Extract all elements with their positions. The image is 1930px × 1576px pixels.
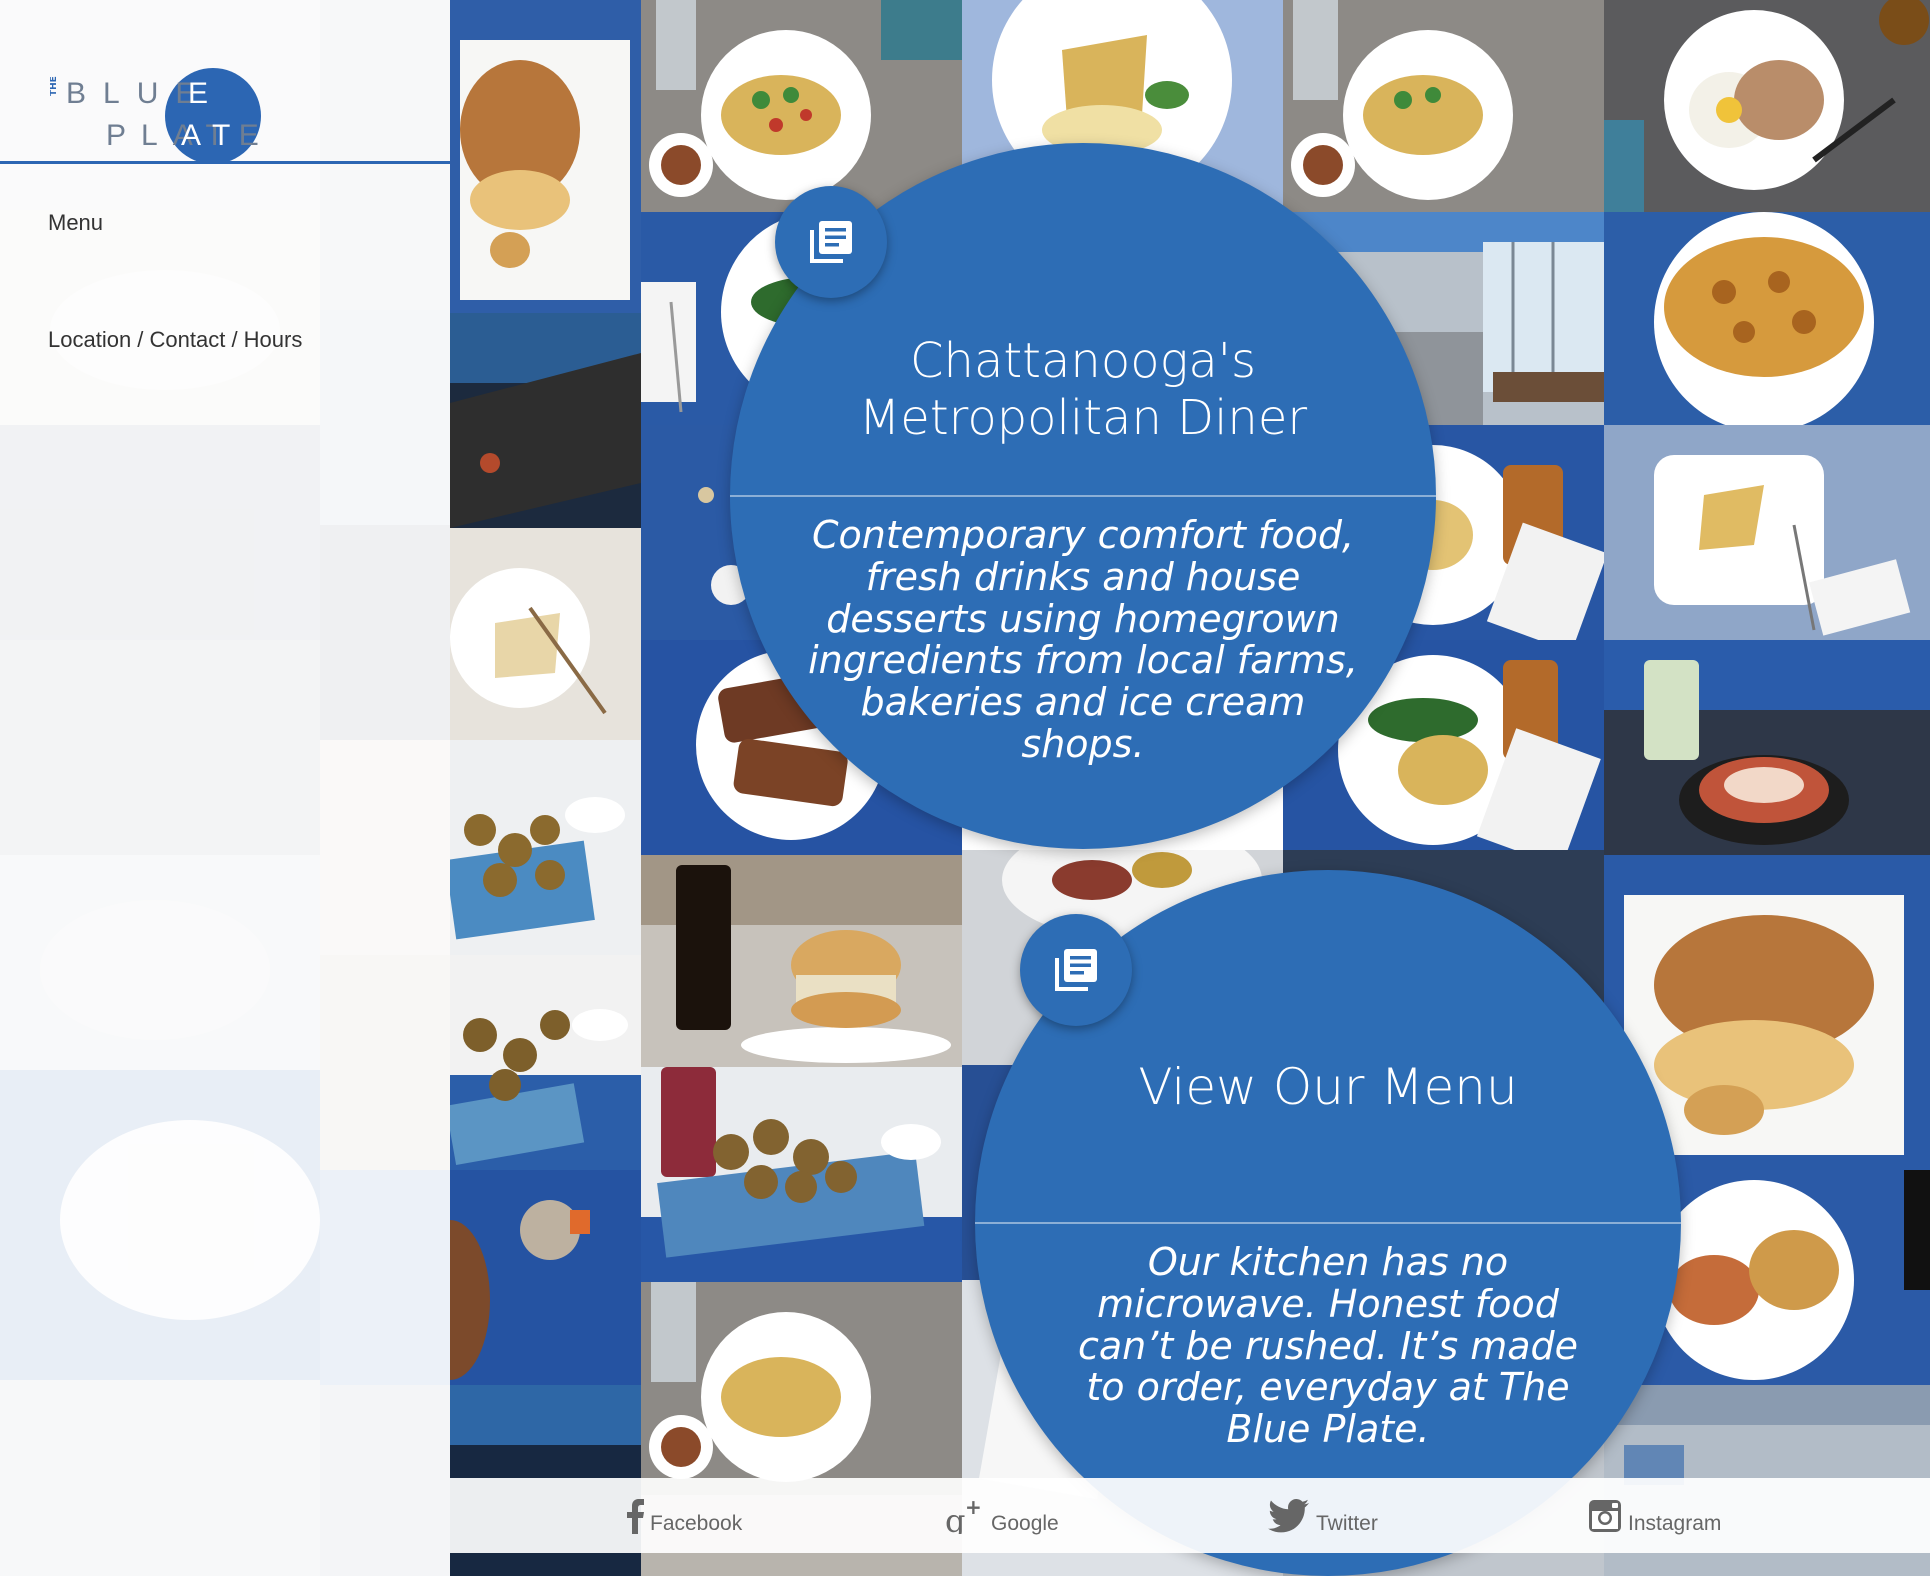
photo-tile xyxy=(641,0,962,212)
view-menu-title[interactable]: View Our Menu xyxy=(975,1058,1681,1117)
hero-divider xyxy=(730,495,1436,497)
photo-tile xyxy=(1283,0,1604,212)
social-footer: Facebook g + Google Twitter Instagram xyxy=(450,1478,1930,1553)
photo-tile xyxy=(1604,212,1930,425)
food-photo-grid: Chattanooga's Metropolitan Diner Contemp… xyxy=(450,0,1930,1576)
menu-list-icon xyxy=(810,221,852,263)
hero-description: Contemporary comfort food, fresh drinks … xyxy=(808,513,1358,766)
instagram-label[interactable]: Instagram xyxy=(1628,1496,1721,1536)
svg-text:+: + xyxy=(965,1498,982,1519)
blue-plate-logo[interactable]: THE BLUE PLATE E A T xyxy=(50,60,290,170)
nav-item-menu[interactable]: Menu xyxy=(48,210,103,236)
photo-tile xyxy=(1604,640,1930,855)
sidebar-overlay xyxy=(0,0,450,1576)
google-link[interactable]: g + Google xyxy=(945,1478,1059,1553)
photo-tile xyxy=(641,1282,962,1495)
photo-tile xyxy=(450,955,641,1170)
hero-title: Chattanooga's Metropolitan Diner xyxy=(730,333,1436,446)
menu-promo-description: Our kitchen has no microwave. Honest foo… xyxy=(1077,1240,1578,1452)
nav-item-location-contact-hours[interactable]: Location / Contact / Hours xyxy=(48,327,302,353)
photo-tile xyxy=(1604,425,1930,640)
svg-text:g: g xyxy=(945,1502,965,1534)
photo-tile xyxy=(450,528,641,740)
instagram-link[interactable]: Instagram xyxy=(1588,1478,1721,1553)
hero-title-line-1: Chattanooga's xyxy=(910,333,1256,389)
photo-tile xyxy=(450,1170,641,1385)
svg-text:A: A xyxy=(181,119,201,152)
facebook-link[interactable]: Facebook xyxy=(626,1478,742,1553)
photo-tile xyxy=(641,1067,962,1282)
photo-tile xyxy=(450,740,641,955)
google-label[interactable]: Google xyxy=(991,1496,1059,1536)
sidebar: THE BLUE PLATE E A T Menu Location / Con… xyxy=(0,0,450,1576)
twitter-link[interactable]: Twitter xyxy=(1268,1478,1378,1553)
menu-list-icon xyxy=(1055,949,1097,991)
photo-tile xyxy=(641,855,962,1067)
svg-text:E: E xyxy=(188,77,208,110)
menu-promo-menu-list-icon[interactable] xyxy=(1020,914,1132,1026)
svg-text:THE: THE xyxy=(50,76,59,96)
menu-promo-divider xyxy=(975,1222,1681,1224)
svg-text:T: T xyxy=(212,119,230,152)
hero-title-line-2: Metropolitan Diner xyxy=(858,389,1308,446)
hero-menu-list-icon xyxy=(775,186,887,298)
facebook-icon xyxy=(626,1498,644,1534)
photo-tile xyxy=(450,313,641,528)
instagram-icon xyxy=(1588,1499,1622,1533)
photo-tile xyxy=(450,0,641,313)
google-plus-icon: g + xyxy=(945,1498,985,1534)
twitter-label[interactable]: Twitter xyxy=(1316,1496,1378,1536)
photo-tile xyxy=(1604,0,1930,212)
twitter-icon xyxy=(1268,1498,1310,1533)
logo-underline xyxy=(0,161,450,164)
facebook-label[interactable]: Facebook xyxy=(650,1496,742,1536)
